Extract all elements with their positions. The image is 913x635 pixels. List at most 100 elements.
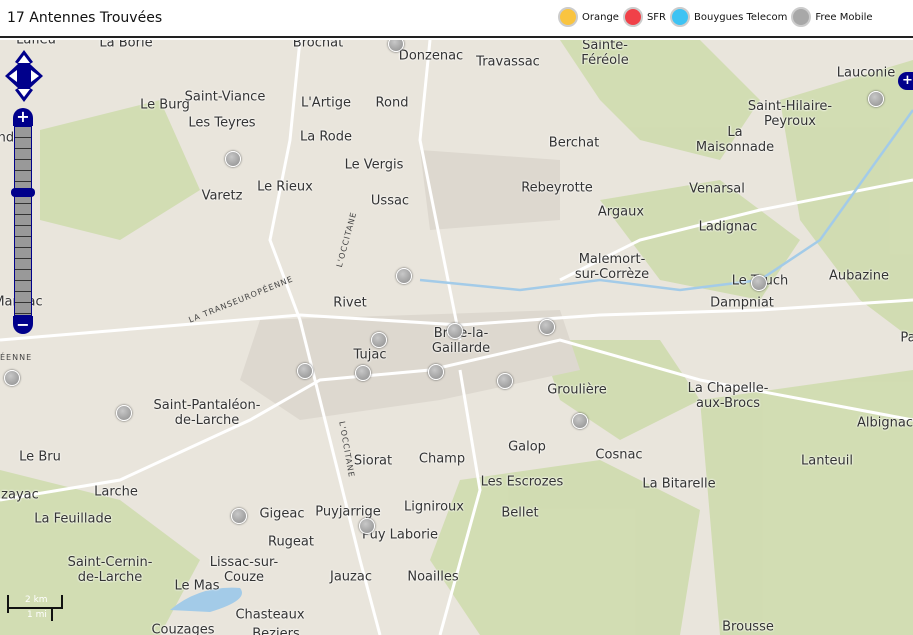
place-label: Cosnac	[595, 447, 643, 463]
legend-label: SFR	[646, 11, 667, 23]
place-label: Argaux	[597, 204, 645, 220]
place-label: Donzenac	[398, 48, 464, 64]
antenna-marker[interactable]	[355, 365, 371, 381]
place-label: Larche	[94, 484, 138, 500]
place-label: Les Escrozes	[480, 474, 564, 490]
legend-label: Free Mobile	[815, 11, 873, 23]
legend-bouygues[interactable]: Bouygues Telecom	[670, 7, 787, 27]
place-label: Bellet	[501, 505, 539, 521]
scale-bar: 2 km 1 mi	[7, 595, 63, 623]
zoom-in-button[interactable]: +	[13, 108, 33, 126]
place-label: Galop	[508, 439, 546, 455]
antenna-marker[interactable]	[297, 363, 313, 379]
place-label: Berchat	[548, 135, 600, 151]
place-label: Noailles	[407, 569, 459, 585]
place-label: Malemort- sur-Corrèze	[574, 252, 650, 282]
place-label: Sainte- Féréole	[581, 40, 629, 68]
place-label: Pa	[900, 330, 913, 346]
place-label: Couzages	[151, 622, 215, 635]
place-label: Dampniat	[710, 295, 774, 311]
antenna-marker[interactable]	[428, 364, 444, 380]
place-label: Ligniroux	[404, 499, 464, 515]
place-label: Le Mas	[174, 578, 220, 594]
place-label: L'Artige	[300, 95, 352, 111]
place-label: Venarsal	[689, 181, 745, 197]
antenna-marker[interactable]	[371, 332, 387, 348]
place-label: Brousse	[722, 619, 774, 635]
place-label: La Borie	[99, 40, 153, 51]
antenna-marker[interactable]	[868, 91, 884, 107]
place-label: Chasteaux	[235, 607, 305, 623]
place-label: azayac	[0, 487, 39, 503]
place-label: Lissac-sur- Couze	[209, 555, 279, 585]
road-label: ÉENNE	[0, 353, 33, 362]
place-label: Rond	[375, 95, 409, 111]
antenna-marker[interactable]	[4, 370, 20, 386]
orange-marker-icon	[558, 7, 578, 27]
place-label: Le Bru	[19, 449, 61, 465]
legend-label: Orange	[582, 11, 619, 23]
legend-free[interactable]: Free Mobile	[791, 7, 873, 27]
place-label: Siorat	[353, 453, 393, 469]
place-label: Brochat	[292, 40, 344, 51]
zoom-out-button[interactable]: −	[13, 316, 33, 334]
zoom-slider-track[interactable]	[11, 126, 35, 316]
place-label: Le Burg	[140, 97, 190, 113]
place-label: Lauconie	[836, 65, 896, 81]
operator-legend: Orange SFR Bouygues Telecom Free Mobile	[558, 7, 877, 27]
place-label: Saint-Viance	[184, 89, 266, 105]
place-label: Rugeat	[267, 534, 315, 550]
place-label: La Maisonnade	[695, 125, 775, 155]
map-canvas[interactable]: Lafleu La Borie Brochat Donzenac Travassac Sa…	[0, 40, 913, 635]
place-label: Groulière	[547, 382, 607, 398]
place-label: Ladignac	[698, 219, 758, 235]
antenna-marker[interactable]	[572, 413, 588, 429]
antenna-marker[interactable]	[225, 151, 241, 167]
zoom-control: + −	[11, 108, 35, 334]
free-marker-icon	[791, 7, 812, 27]
bouygues-marker-icon	[670, 7, 691, 27]
legend-label: Bouygues Telecom	[694, 11, 788, 23]
place-label: Aubazine	[828, 268, 890, 284]
antenna-marker[interactable]	[497, 373, 513, 389]
pan-control[interactable]	[5, 50, 43, 102]
scale-imperial: 1 mi	[27, 610, 47, 620]
antenna-marker[interactable]	[231, 508, 247, 524]
place-label: La Chapelle- aux-Brocs	[687, 381, 769, 411]
sfr-marker-icon	[622, 7, 643, 27]
legend-orange[interactable]: Orange	[558, 7, 619, 27]
place-label: Albignac	[857, 415, 913, 431]
place-label: Varetz	[201, 188, 243, 204]
place-label: Saint-Pantaléon- de-Larche	[153, 398, 261, 428]
antenna-marker[interactable]	[539, 319, 555, 335]
place-label: Jauzac	[330, 569, 372, 585]
place-label: Travassac	[476, 54, 540, 70]
place-label: Puyjarrige	[315, 504, 381, 520]
place-label: Rivet	[333, 295, 367, 311]
place-label: Saint-Cernin- de-Larche	[67, 555, 153, 585]
place-label: Beziers	[252, 626, 300, 635]
antenna-marker[interactable]	[116, 405, 132, 421]
results-title: 17 Antennes Trouvées	[7, 10, 163, 26]
header: 17 Antennes Trouvées Orange SFR Bouygues…	[0, 0, 913, 38]
place-label: Gigeac	[259, 506, 305, 522]
antenna-marker[interactable]	[396, 268, 412, 284]
right-pan-control[interactable]: +	[898, 72, 913, 90]
place-label: Les Teyres	[188, 115, 256, 131]
place-label: Le Rieux	[257, 179, 313, 195]
place-label: La Rode	[300, 129, 352, 145]
place-label: Ussac	[370, 193, 410, 209]
place-label: Lafleu	[16, 40, 56, 48]
antenna-marker[interactable]	[447, 323, 463, 339]
legend-sfr[interactable]: SFR	[622, 7, 667, 27]
place-label: Rebeyrotte	[521, 180, 593, 196]
place-label: Tujac	[353, 347, 387, 363]
place-label: Le Vergis	[344, 157, 404, 173]
place-label: La Bitarelle	[642, 476, 716, 492]
scale-metric: 2 km	[25, 595, 48, 605]
antenna-marker[interactable]	[359, 518, 375, 534]
place-label: Lanteuil	[800, 453, 854, 469]
antenna-marker[interactable]	[751, 275, 767, 291]
place-label: Champ	[418, 451, 466, 467]
zoom-slider-handle[interactable]	[11, 188, 35, 197]
